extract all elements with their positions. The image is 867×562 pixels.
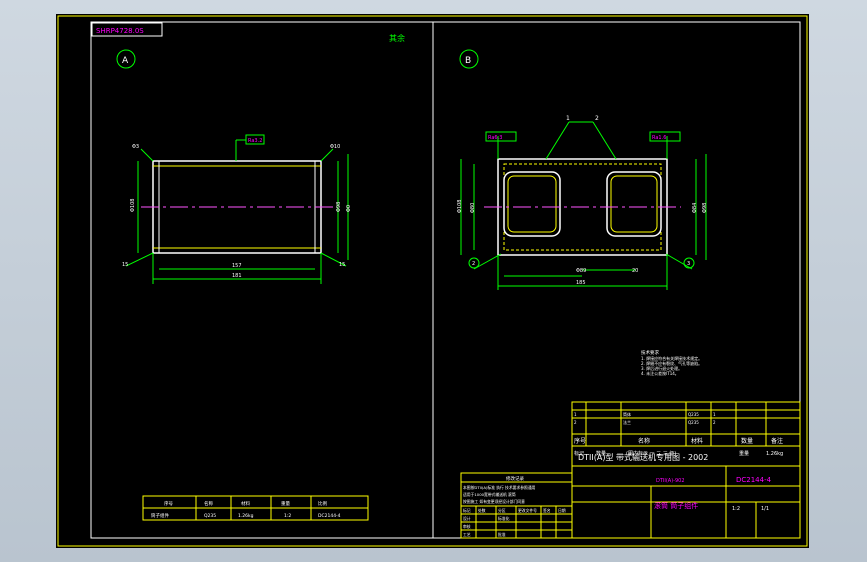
rev-r1c3: 分区: [498, 508, 506, 513]
view-a-top-tag: Ra3.2: [248, 138, 262, 144]
tb-r1c4: 1: [713, 412, 716, 417]
view-a-bot-right: 15: [339, 262, 345, 268]
view-b-len-mid: 20: [632, 268, 638, 274]
view-b-tag-left: Ra6.3: [488, 135, 502, 141]
title-block: 1 筒体 Q235 1 2 法兰 Q235 2 序号 名称 材料 数量 备注 标…: [571, 401, 801, 539]
tb-h1: 序号: [574, 437, 586, 445]
view-a-right-top: Φ10: [330, 144, 340, 150]
view-a-dia-right: Φ98: [336, 202, 342, 212]
left-table-h2: 名称: [204, 500, 213, 507]
title-drawing-no: DC2144-4: [736, 476, 772, 484]
title-project: DTII(A)型 带式输送机专用图 - 2002: [578, 452, 708, 462]
tb-h5: 备注: [771, 437, 783, 445]
drawing-canvas: SHRP4728.0S 其余 A B Ra3.2 Φ3 Φ10 Φ108 Φ98…: [57, 15, 808, 547]
view-b-dia-left: Φ108: [457, 200, 463, 213]
revision-block: 修改记录 本图按DTII(A)标准 执行 技术要求参照通用 适用于1000宽带式…: [460, 472, 573, 539]
tb-r2c2: 法兰: [623, 419, 631, 425]
drawing-sheet: SHRP4728.0S 其余 A B Ra3.2 Φ3 Φ10 Φ108 Φ98…: [56, 14, 809, 548]
view-b-circle-2-label: 2: [472, 261, 475, 267]
view-b-label: B: [465, 56, 471, 66]
left-table-h5: 比例: [318, 500, 327, 507]
view-a-label: A: [122, 56, 129, 66]
tb-r1c3: Q235: [688, 412, 699, 417]
view-b-section: [460, 121, 707, 290]
left-table-h3: 材料: [241, 500, 250, 507]
tb-r1c2: 筒体: [623, 411, 631, 417]
tech-requirements: 技术要求 1. 焊接应符合有关焊接技术规定。 2. 焊缝不应有裂纹、气孔等缺陷。…: [641, 349, 702, 376]
revision-note-1: 本图按DTII(A)标准 执行 技术要求参照通用: [463, 485, 536, 490]
rev-r3c1: 审核: [463, 524, 471, 529]
tb-m5: 1.26kg: [766, 451, 783, 457]
view-b-len-inner: Φ89: [576, 268, 586, 274]
title-sheet: 1/1: [761, 506, 769, 512]
tb-r2c4: 2: [713, 420, 716, 425]
rev-r1c1: 标记: [463, 508, 471, 513]
view-b-dia-right2: Φ98: [702, 203, 708, 213]
left-table-h4: 重量: [281, 500, 290, 507]
tech-req-title: 技术要求: [641, 349, 659, 356]
title-scale: 1:2: [732, 506, 740, 512]
rev-r1c4: 更改文件号: [518, 508, 537, 513]
view-a-dia-far: Φ0: [346, 205, 352, 212]
title-code: DTII(A)-902: [656, 478, 685, 484]
view-b-mark-2: 2: [595, 115, 599, 122]
rev-r1c5: 签名: [543, 508, 551, 513]
rev-r1c2: 处数: [478, 508, 486, 513]
tb-h4: 数量: [741, 437, 753, 445]
view-a-left-top: Φ3: [132, 144, 139, 150]
left-table-c3: 1.26kg: [238, 513, 254, 519]
title-part-name: 滚筒 筒子组件: [654, 501, 698, 510]
view-a-len-inner: 157: [232, 263, 242, 269]
roughness-note: 其余: [389, 33, 405, 43]
left-table-h1: 序号: [164, 500, 173, 507]
rev-r2c3: 标准化: [498, 516, 510, 521]
rev-r4c3: 批准: [498, 532, 506, 537]
view-b-mark-1: 1: [566, 115, 570, 122]
revision-note-3: 按图施工 如有变更须经设计部门同意: [463, 499, 525, 504]
view-a-len-total: 181: [232, 273, 242, 279]
revision-header: 修改记录: [506, 475, 524, 482]
tb-r2c3: Q235: [688, 420, 699, 425]
rev-r1c6: 日期: [558, 508, 566, 513]
left-table: 序号 名称 材料 重量 比例 筒子组件 Q235 1.26kg 1:2 DC21…: [142, 495, 369, 521]
view-b-dia-right: Φ84: [692, 203, 698, 213]
tech-req-item-4: 4. 未注公差按IT14。: [641, 370, 679, 376]
rev-r4c1: 工艺: [463, 532, 471, 537]
view-b-tag-right: Ra1.6: [652, 135, 666, 141]
tb-h2: 名称: [638, 437, 650, 445]
view-b-dia-left2: Φ80: [470, 203, 476, 213]
tb-r2c1: 2: [574, 420, 577, 425]
sheet-tag: SHRP4728.0S: [96, 27, 144, 35]
left-table-c2: Q235: [204, 513, 216, 519]
cad-viewport: SHRP4728.0S 其余 A B Ra3.2 Φ3 Φ10 Φ108 Φ98…: [0, 0, 867, 562]
tb-m4: 重量: [739, 450, 749, 457]
rev-r2c1: 设计: [463, 516, 471, 521]
view-b-len-total: 185: [576, 280, 586, 286]
left-table-c1: 筒子组件: [151, 512, 169, 519]
view-b-circle-3-label: 3: [687, 261, 690, 267]
view-a-bot-left: 15: [122, 262, 128, 268]
left-table-c5: DC2144-4: [318, 513, 341, 519]
revision-note-2: 适用于1000宽带式输送机 滚筒: [463, 492, 516, 497]
view-a-dia-left: Φ108: [130, 199, 136, 212]
left-table-c4: 1:2: [284, 513, 291, 519]
tb-h3: 材料: [691, 437, 703, 445]
tb-r1c1: 1: [574, 412, 577, 417]
